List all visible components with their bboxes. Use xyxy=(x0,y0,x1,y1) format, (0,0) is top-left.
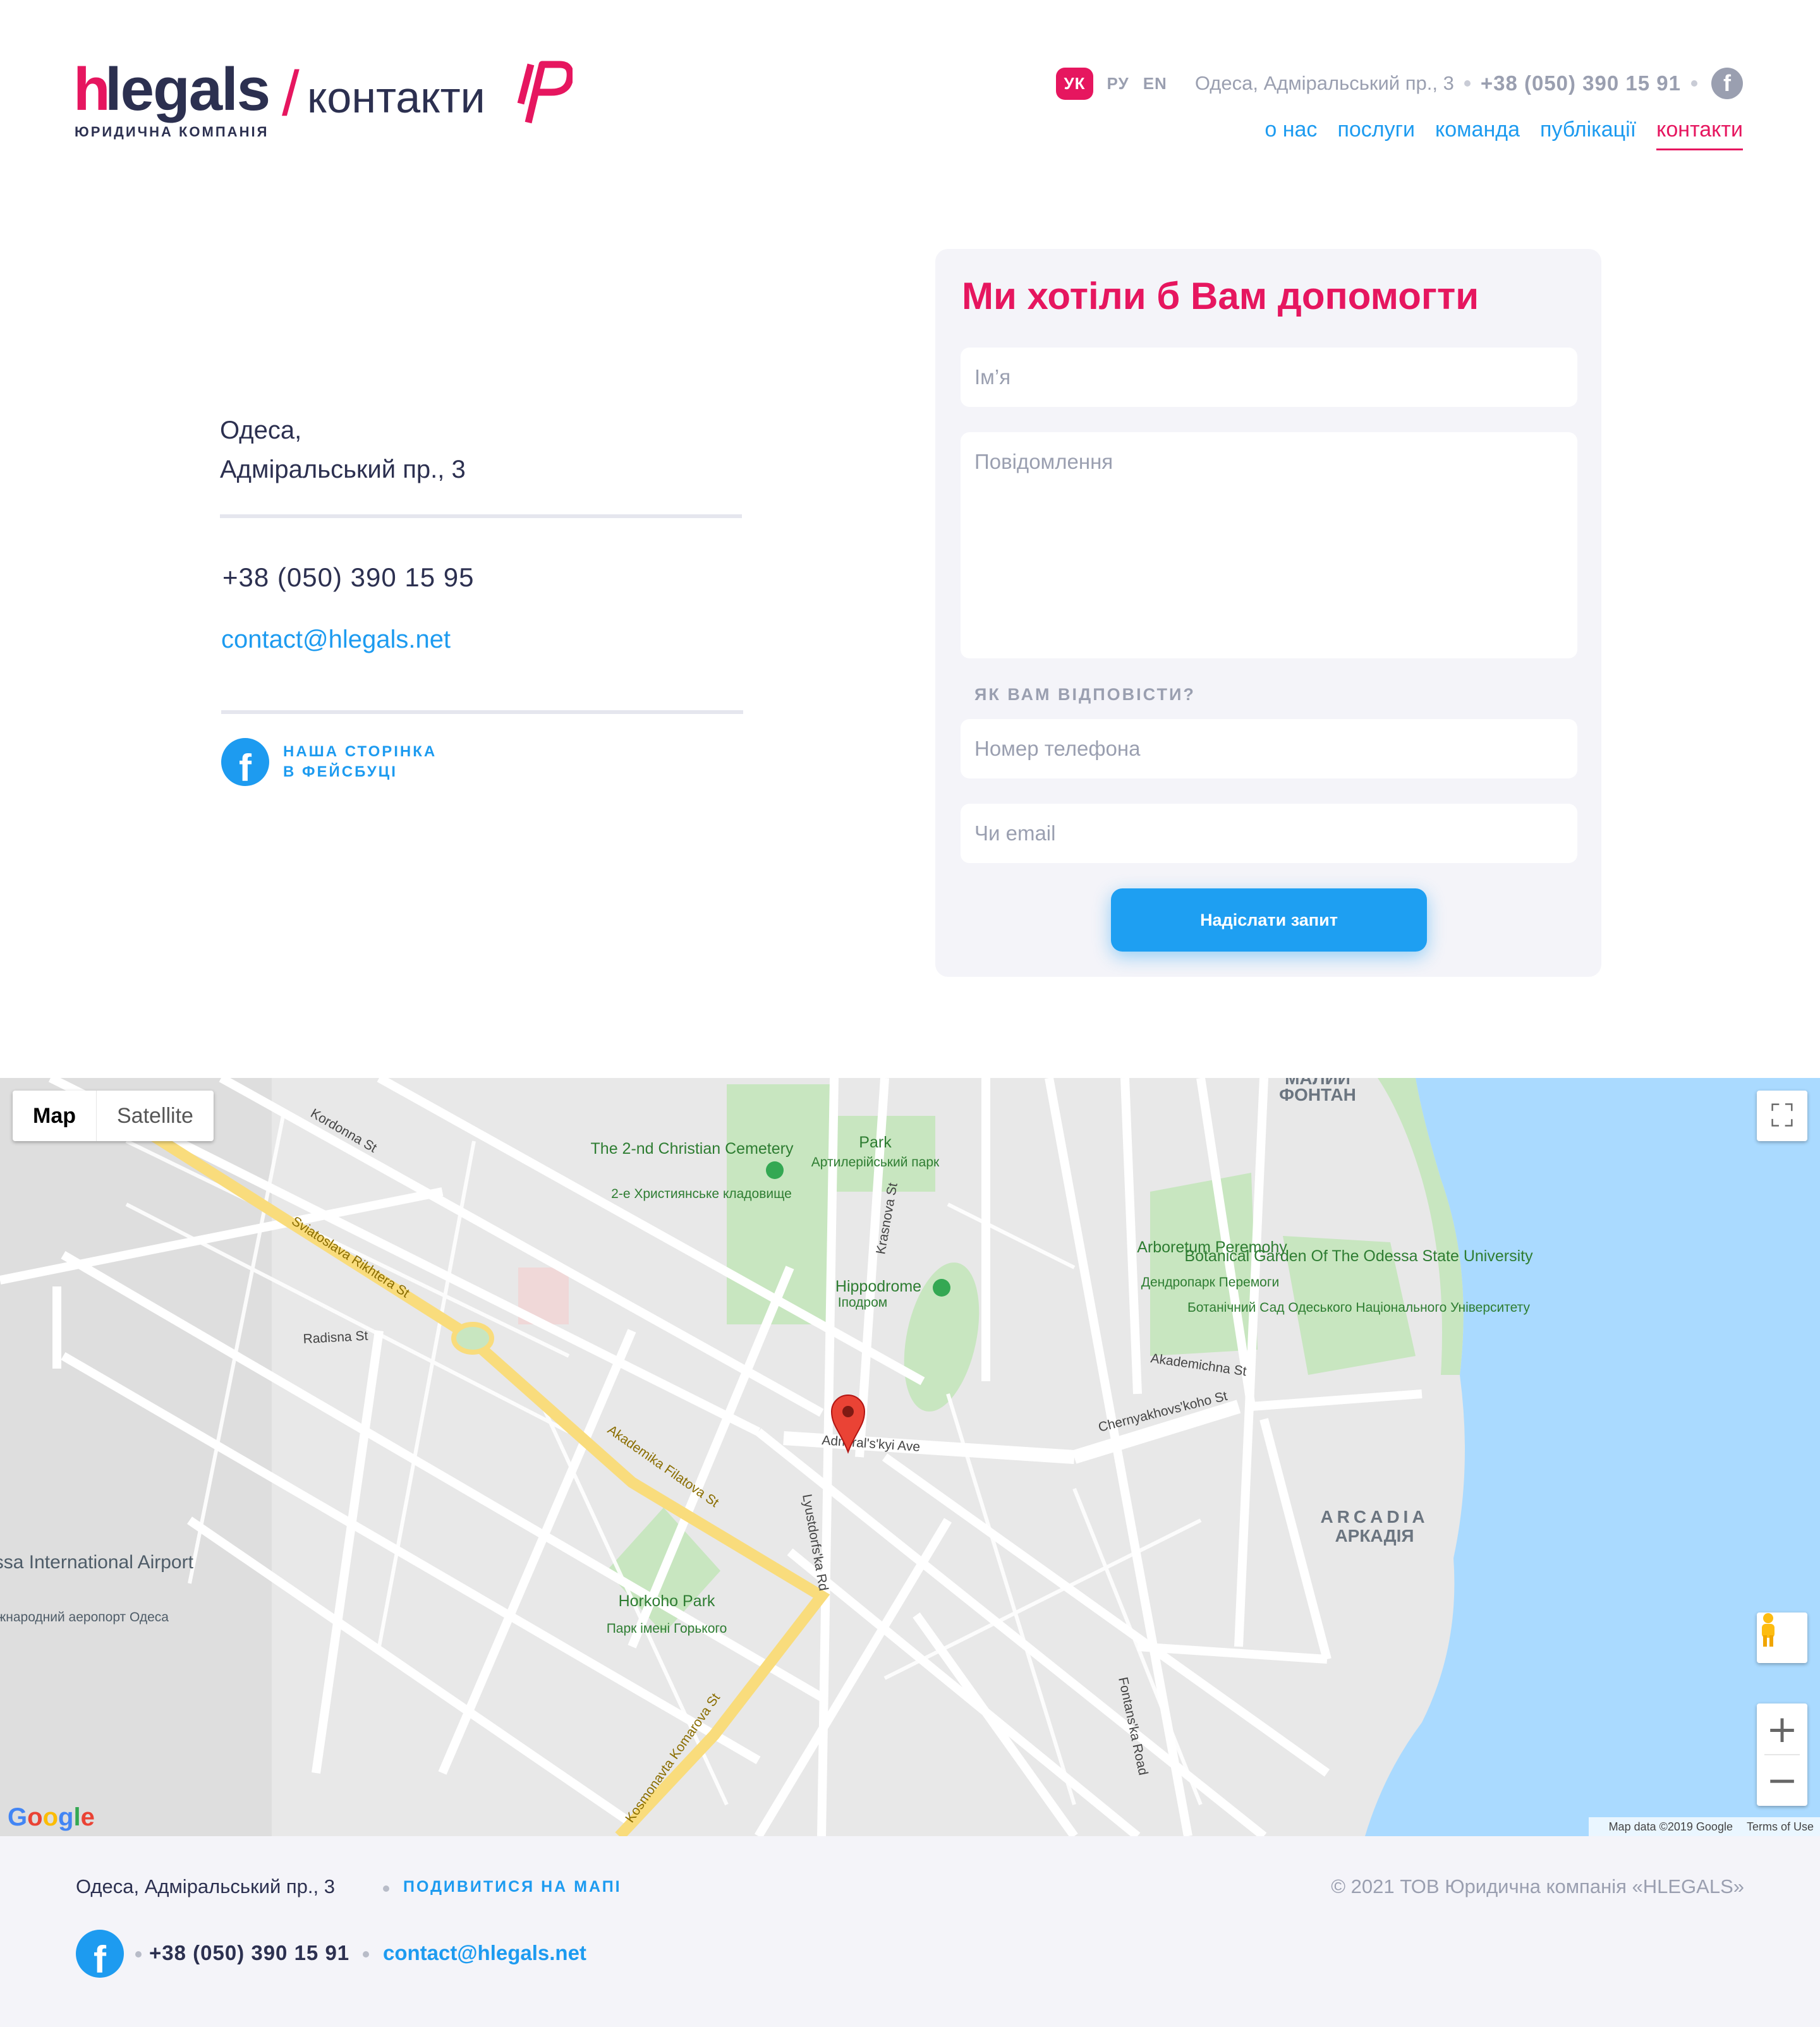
zoom-out-icon[interactable]: − xyxy=(1757,1755,1807,1806)
map-label-botanical-uk: Ботанічний Сад Одеського Національного У… xyxy=(1187,1300,1530,1315)
contact-form: Ми хотіли б Вам допомогти ЯК ВАМ ВІДПОВІ… xyxy=(935,249,1601,977)
separator-dot xyxy=(1691,80,1697,87)
contact-address-city: Одеса, xyxy=(220,416,302,444)
map-label-airport: Odessa International Airport xyxy=(0,1552,194,1573)
separator-dot xyxy=(1464,80,1471,87)
form-title: Ми хотіли б Вам допомогти xyxy=(962,275,1479,317)
nav-services[interactable]: послуги xyxy=(1337,118,1415,150)
facebook-icon: f xyxy=(221,738,269,786)
footer-copyright: © 2021 ТОВ Юридична компанія «HLEGALS» xyxy=(1331,1875,1744,1897)
map-terms-link[interactable]: Terms of Use xyxy=(1747,1817,1814,1836)
separator-dot xyxy=(383,1885,389,1892)
facebook-link-line2: В ФЕЙСБУЦІ xyxy=(283,763,397,780)
site-footer: Одеса, Адміральський пр., 3 ПОДИВИТИСЯ Н… xyxy=(0,1836,1820,2027)
nav-about[interactable]: о нас xyxy=(1265,118,1317,150)
fullscreen-icon[interactable]: ⛶ xyxy=(1757,1091,1807,1141)
contact-email[interactable]: contact@hlegals.net xyxy=(221,626,451,654)
main-nav: о нас послуги команда публікації контакт… xyxy=(1244,118,1743,150)
map-label-arcadia: ARCADIA xyxy=(1320,1507,1428,1527)
facebook-link-text: НАША СТОРІНКА В ФЕЙСБУЦІ xyxy=(283,742,437,782)
logo-wordmark: legals xyxy=(105,56,270,123)
lang-ru[interactable]: РУ xyxy=(1107,74,1129,94)
contact-address-street: Адміральський пр., 3 xyxy=(220,456,466,483)
name-input[interactable] xyxy=(961,348,1577,407)
map-label-gorky: Horkoho Park xyxy=(619,1592,715,1610)
header-phone[interactable]: +38 (050) 390 15 91 xyxy=(1481,71,1681,95)
footer-map-link[interactable]: ПОДИВИТИСЯ НА МАПІ xyxy=(403,1878,622,1896)
separator-dot xyxy=(363,1951,369,1957)
header-address: Одеса, Адміральський пр., 3 xyxy=(1194,72,1454,94)
map-credits: Map data ©2019 Google Terms of Use xyxy=(1588,1817,1820,1836)
footer-phone[interactable]: +38 (050) 390 15 91 xyxy=(149,1941,349,1965)
logo-letter-h: h xyxy=(73,56,111,123)
phone-input[interactable] xyxy=(961,719,1577,778)
lang-en[interactable]: EN xyxy=(1143,74,1167,94)
map-label-gorky-uk: Парк імені Горького xyxy=(607,1621,727,1636)
nav-team[interactable]: команда xyxy=(1435,118,1520,150)
map-type-toggle: Map Satellite xyxy=(13,1091,214,1141)
map-label-arcadia-uk: АРКАДІЯ xyxy=(1335,1526,1414,1546)
map-label-cemetery: The 2-nd Christian Cemetery xyxy=(591,1140,794,1158)
zoom-in-icon[interactable]: + xyxy=(1757,1703,1807,1755)
zoom-control: + − xyxy=(1757,1703,1807,1806)
submit-button[interactable]: Надіслати запит xyxy=(1111,888,1427,952)
nav-publications[interactable]: публікації xyxy=(1540,118,1636,150)
nav-contacts[interactable]: контакти xyxy=(1656,118,1743,150)
map-label-park-uk: Артилерійський парк xyxy=(811,1155,940,1170)
map-label-arboretum-uk: Дендропарк Перемоги xyxy=(1141,1275,1280,1290)
map-label-cemetery-uk: 2-е Християнське кладовище xyxy=(611,1187,792,1201)
logo-mark-icon xyxy=(517,61,573,124)
facebook-icon[interactable]: f xyxy=(76,1930,124,1978)
logo-section-title: контакти xyxy=(307,73,485,122)
google-map[interactable]: The 2-nd Christian Cemetery 2-е Християн… xyxy=(0,1078,1820,1836)
separator-dot xyxy=(135,1951,142,1957)
contact-address: Одеса, Адміральський пр., 3 xyxy=(220,411,743,489)
map-data-credit: Map data ©2019 Google xyxy=(1608,1820,1733,1833)
footer-address: Одеса, Адміральський пр., 3 xyxy=(76,1875,335,1897)
site-logo[interactable]: h legals / контакти ЮРИДИЧНА КОМПАНІЯ xyxy=(73,58,579,153)
facebook-page-link[interactable]: f НАША СТОРІНКА В ФЕЙСБУЦІ xyxy=(221,738,437,786)
map-label-park: Park xyxy=(859,1134,892,1151)
map-type-satellite-button[interactable]: Satellite xyxy=(97,1091,214,1141)
footer-email[interactable]: contact@hlegals.net xyxy=(383,1941,586,1965)
message-textarea[interactable] xyxy=(961,432,1577,658)
google-logo[interactable]: Google xyxy=(8,1803,95,1832)
map-canvas[interactable]: The 2-nd Christian Cemetery 2-е Християн… xyxy=(0,1078,1820,1836)
lang-uk[interactable]: УК xyxy=(1056,67,1093,100)
map-label-airport-uk: Міжнародний аеропорт Одеса xyxy=(0,1610,169,1625)
divider xyxy=(220,514,742,518)
email-input[interactable] xyxy=(961,804,1577,863)
facebook-link-line1: НАША СТОРІНКА xyxy=(283,743,437,760)
map-label-hippodrome-uk: Іподром xyxy=(838,1295,887,1310)
map-type-map-button[interactable]: Map xyxy=(13,1091,97,1141)
contact-info: Одеса, Адміральський пр., 3 +38 (050) 39… xyxy=(220,411,743,786)
map-label-botanical: Botanical Garden Of The Odessa State Uni… xyxy=(1184,1247,1533,1265)
logo-subtitle: ЮРИДИЧНА КОМПАНІЯ xyxy=(75,124,269,140)
logo-slash: / xyxy=(282,58,300,129)
divider xyxy=(221,710,743,714)
contact-phone[interactable]: +38 (050) 390 15 95 xyxy=(222,562,474,593)
pegman-icon[interactable] xyxy=(1757,1613,1807,1663)
header-top-bar: УК РУ EN Одеса, Адміральський пр., 3 +38… xyxy=(1056,66,1743,101)
reply-method-label: ЯК ВАМ ВІДПОВІСТИ? xyxy=(974,685,1196,704)
site-header: h legals / контакти ЮРИДИЧНА КОМПАНІЯ УК… xyxy=(0,0,1820,190)
facebook-icon[interactable]: f xyxy=(1711,68,1743,99)
map-label-fontan: ФОНТАН xyxy=(1279,1085,1356,1104)
map-label-hippodrome: Hippodrome xyxy=(835,1278,921,1295)
